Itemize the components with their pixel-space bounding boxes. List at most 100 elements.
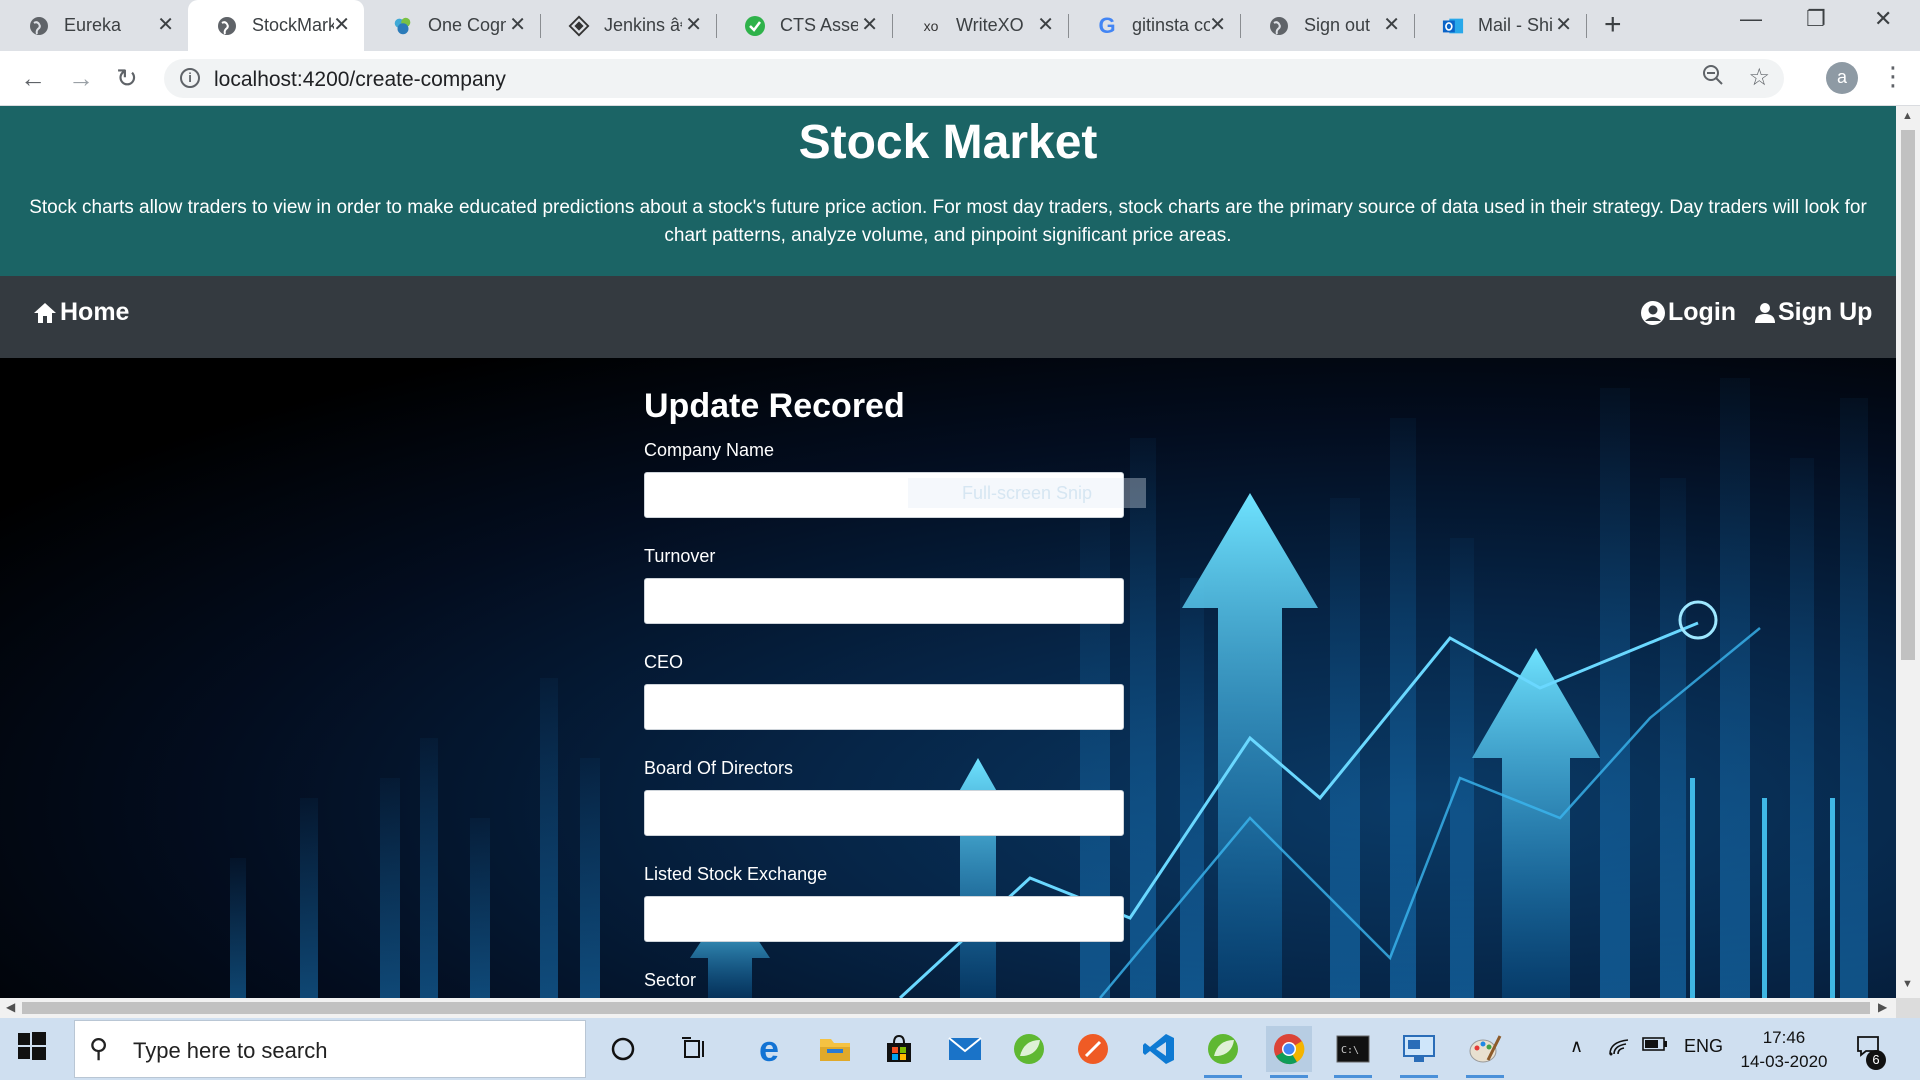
tab-cts-assessment[interactable]: CTS Assessment ✕ <box>716 0 892 51</box>
close-tab-icon[interactable]: ✕ <box>509 13 526 37</box>
close-tab-icon[interactable]: ✕ <box>685 13 702 37</box>
board-of-directors-label: Board Of Directors <box>644 758 794 778</box>
close-tab-icon[interactable]: ✕ <box>1037 13 1054 37</box>
running-indicator <box>1334 1075 1372 1078</box>
globe-icon <box>1268 15 1290 37</box>
person-icon <box>1754 301 1776 325</box>
task-view-icon[interactable] <box>672 1026 718 1072</box>
close-tab-icon[interactable]: ✕ <box>1383 13 1400 37</box>
spring-tool-2-icon[interactable] <box>1200 1026 1246 1078</box>
tab-jenkins[interactable]: Jenkins â€ ✕ <box>540 0 716 51</box>
close-tab-icon[interactable]: ✕ <box>1555 13 1572 37</box>
reload-icon[interactable]: ↻ <box>116 63 138 94</box>
profile-avatar[interactable]: a <box>1826 62 1858 94</box>
clock-time: 17:46 <box>1762 1028 1806 1047</box>
restore-icon[interactable]: ❐ <box>1806 6 1826 32</box>
clock-date: 14-03-2020 <box>1740 1052 1828 1071</box>
windows-start-icon[interactable] <box>18 1032 46 1065</box>
tab-mail[interactable]: Mail - Shi ✕ <box>1414 0 1586 51</box>
notification-count-badge: 6 <box>1866 1050 1886 1070</box>
postman-icon[interactable] <box>1070 1026 1116 1072</box>
forward-icon[interactable]: → <box>68 63 94 94</box>
close-tab-icon[interactable]: ✕ <box>861 13 878 37</box>
outlook-icon <box>1442 15 1464 37</box>
ceo-input[interactable] <box>644 684 1124 730</box>
url-text[interactable]: localhost:4200/create-company <box>214 68 506 92</box>
chrome-icon[interactable] <box>1266 1026 1312 1078</box>
site-header: Stock Market Stock charts allow traders … <box>0 106 1896 276</box>
mail-icon[interactable] <box>942 1026 988 1072</box>
zoom-icon[interactable] <box>1702 64 1724 92</box>
close-tab-icon[interactable]: ✕ <box>1209 13 1226 37</box>
command-prompt-icon[interactable]: C:\ <box>1330 1026 1376 1078</box>
scroll-left-icon[interactable]: ◀ <box>6 1000 15 1014</box>
tab-one-cognizant[interactable]: One Cognizant ✕ <box>364 0 540 51</box>
taskbar-search-box[interactable]: ⚲ Type here to search <box>74 1020 586 1078</box>
tab-stockmarket[interactable]: StockMarket ✕ <box>188 0 364 51</box>
tab-title: One Cognizant <box>428 15 506 35</box>
search-placeholder: Type here to search <box>133 1038 328 1063</box>
scroll-right-icon[interactable]: ▶ <box>1878 1000 1887 1014</box>
cortana-icon[interactable] <box>600 1026 646 1072</box>
close-tab-icon[interactable]: ✕ <box>333 13 350 37</box>
edge-icon[interactable]: e <box>746 1026 792 1072</box>
windows-taskbar: ⚲ Type here to search e C:\ ∧ ENG 17:46 … <box>0 1018 1920 1080</box>
minimize-icon[interactable]: — <box>1740 6 1762 32</box>
vscode-icon[interactable] <box>1136 1026 1182 1072</box>
remote-desktop-icon[interactable] <box>1396 1026 1442 1078</box>
browser-menu-icon[interactable]: ⋮ <box>1880 61 1906 92</box>
turnover-input[interactable] <box>644 578 1124 624</box>
battery-icon[interactable] <box>1642 1036 1668 1057</box>
new-tab-icon[interactable]: + <box>1604 8 1622 42</box>
tab-sign-out[interactable]: Sign out ✕ <box>1240 0 1414 51</box>
google-icon: G <box>1098 12 1116 38</box>
sector-label: Sector <box>644 970 697 990</box>
cognizant-icon <box>392 15 414 37</box>
nav-signup-link[interactable]: Sign Up <box>1754 298 1872 327</box>
site-info-icon[interactable]: i <box>180 68 200 88</box>
field-turnover: Turnover <box>644 544 1124 624</box>
globe-icon <box>28 15 50 37</box>
back-icon[interactable]: ← <box>20 63 46 94</box>
close-tab-icon[interactable]: ✕ <box>157 13 174 37</box>
tab-eureka[interactable]: Eureka ✕ <box>0 0 188 51</box>
board-of-directors-input[interactable] <box>644 790 1124 836</box>
store-icon[interactable] <box>876 1026 922 1072</box>
scroll-down-icon[interactable]: ▼ <box>1902 978 1913 990</box>
scroll-up-icon[interactable]: ▲ <box>1902 110 1913 122</box>
tab-separator <box>1586 14 1587 38</box>
horizontal-scroll-thumb[interactable] <box>22 1002 1870 1014</box>
language-indicator[interactable]: ENG <box>1684 1036 1723 1057</box>
vertical-scrollbar[interactable]: ▲ ▼ <box>1896 106 1920 998</box>
tab-title: StockMarket <box>252 15 334 35</box>
turnover-label: Turnover <box>644 546 716 566</box>
vertical-scroll-thumb[interactable] <box>1901 130 1915 660</box>
browser-toolbar: ← → ↻ i localhost:4200/create-company ☆ … <box>0 51 1920 106</box>
snip-tooltip: Full-screen Snip <box>908 478 1146 508</box>
address-bar[interactable]: i localhost:4200/create-company ☆ <box>164 59 1784 98</box>
listed-stock-exchange-input[interactable] <box>644 896 1124 942</box>
paint-icon[interactable] <box>1462 1026 1508 1078</box>
spring-tool-icon[interactable] <box>1006 1026 1052 1072</box>
system-clock[interactable]: 17:46 14-03-2020 <box>1726 1026 1842 1074</box>
wifi-icon[interactable] <box>1608 1036 1630 1061</box>
tab-title: Sign out <box>1304 15 1371 35</box>
nav-login-label: Login <box>1668 298 1737 326</box>
tab-writexo[interactable]: xo WriteXO ✕ <box>892 0 1068 51</box>
tab-title: Jenkins â€ <box>604 15 682 35</box>
tab-gitinsta[interactable]: G gitinsta co ✕ <box>1068 0 1240 51</box>
bookmark-star-icon[interactable]: ☆ <box>1748 63 1770 92</box>
file-explorer-icon[interactable] <box>812 1026 858 1072</box>
home-icon <box>32 301 58 325</box>
horizontal-scrollbar[interactable]: ◀ ▶ <box>0 998 1896 1018</box>
nav-home-link[interactable]: Home <box>32 298 129 327</box>
close-window-icon[interactable]: ✕ <box>1874 6 1892 32</box>
tab-title: CTS Assessment <box>780 15 858 35</box>
page-title: Stock Market <box>798 116 1098 169</box>
field-sector: Sector <box>644 968 1124 998</box>
field-listed-stock-exchange: Listed Stock Exchange <box>644 862 1124 942</box>
writexo-icon: xo <box>923 17 939 34</box>
nav-login-link[interactable]: Login <box>1640 298 1736 327</box>
running-indicator <box>1270 1075 1308 1078</box>
show-hidden-icons-chevron-icon[interactable]: ∧ <box>1570 1036 1583 1057</box>
